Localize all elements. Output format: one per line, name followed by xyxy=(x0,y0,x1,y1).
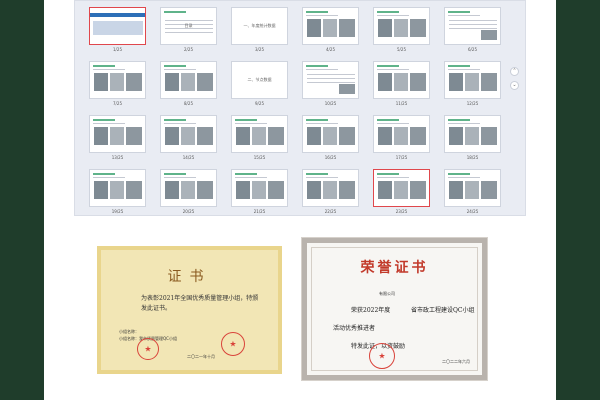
page-number-label: 13/25 xyxy=(111,155,124,160)
red-seal-icon xyxy=(369,343,395,369)
thumbnail-preview xyxy=(444,115,501,153)
red-seal-icon xyxy=(137,338,159,360)
thumbnail-preview xyxy=(89,115,146,153)
page-thumbnail[interactable]: 5/25 xyxy=(373,7,430,53)
document-thumbnail-viewer: 1/25 目录 2/25 一、年度统计数据 3/25 4/25 5/25 6/25 7/25 8/… xyxy=(74,0,526,216)
page-number-label: 12/25 xyxy=(466,101,479,106)
certificate-title: 证书 xyxy=(167,269,212,285)
page-thumbnail[interactable]: 23/25 xyxy=(373,169,430,215)
page-number-label: 2/25 xyxy=(184,47,193,52)
scroll-down-button[interactable]: ⌄ xyxy=(510,81,519,90)
page-thumbnail[interactable]: 16/25 xyxy=(302,115,359,161)
thumbnail-preview xyxy=(89,61,146,99)
page-thumbnail[interactable]: 10/25 xyxy=(302,61,359,107)
page-thumbnail[interactable]: 11/25 xyxy=(373,61,430,107)
page-thumbnail[interactable]: 8/25 xyxy=(160,61,217,107)
page-thumbnail[interactable]: 目录 2/25 xyxy=(160,7,217,53)
page-number-label: 20/25 xyxy=(182,209,195,214)
thumbnail-preview xyxy=(302,169,359,207)
certificate-date: 二〇二二年六月 xyxy=(442,359,470,364)
left-margin-bar xyxy=(0,0,44,400)
certificate-line: 荣获2022年度 xyxy=(351,307,391,314)
page-thumbnail[interactable]: 18/25 xyxy=(444,115,501,161)
page-number-label: 8/25 xyxy=(184,101,193,106)
thumbnail-caption: 一、年度统计数据 xyxy=(243,23,276,28)
page-number-label: 22/25 xyxy=(324,209,337,214)
page-number-label: 6/25 xyxy=(468,47,477,52)
page-thumbnail[interactable]: 12/25 xyxy=(444,61,501,107)
page-thumbnail[interactable]: 14/25 xyxy=(160,115,217,161)
thumbnail-preview xyxy=(373,61,430,99)
page-number-label: 4/25 xyxy=(326,47,335,52)
thumbnail-preview xyxy=(373,115,430,153)
scroll-up-button[interactable]: ⌃ xyxy=(510,67,519,76)
thumbnail-preview xyxy=(160,169,217,207)
page-thumbnail[interactable]: 24/25 xyxy=(444,169,501,215)
thumbnail-preview xyxy=(231,115,288,153)
thumbnail-preview: 目录 xyxy=(160,7,217,45)
certificate-honor-2022: 荣誉证书 有限公司 荣获2022年度 省市政工程建设QC小组 活动优秀推进者 特… xyxy=(301,237,488,381)
page-number-label: 10/25 xyxy=(324,101,337,106)
page-thumbnail[interactable]: 二、节点数据 9/25 xyxy=(231,61,288,107)
page-number-label: 16/25 xyxy=(324,155,337,160)
page-number-label: 5/25 xyxy=(397,47,406,52)
page-number-label: 23/25 xyxy=(395,209,408,214)
page-number-label: 21/25 xyxy=(253,209,266,214)
certificate-title: 荣誉证书 xyxy=(360,260,429,276)
page-thumbnail[interactable]: 4/25 xyxy=(302,7,359,53)
thumbnail-preview xyxy=(444,7,501,45)
thumbnail-preview: 一、年度统计数据 xyxy=(231,7,288,45)
page-number-label: 1/25 xyxy=(113,47,122,52)
page-number-label: 3/25 xyxy=(255,47,264,52)
page-number-label: 15/25 xyxy=(253,155,266,160)
page-number-label: 14/25 xyxy=(182,155,195,160)
red-seal-icon xyxy=(221,332,245,356)
page-thumbnail[interactable]: 22/25 xyxy=(302,169,359,215)
page-number-label: 24/25 xyxy=(466,209,479,214)
thumbnail-preview xyxy=(302,115,359,153)
page-thumbnail[interactable]: 一、年度统计数据 3/25 xyxy=(231,7,288,53)
thumbnail-preview xyxy=(444,169,501,207)
thumbnail-preview xyxy=(89,7,146,45)
page-number-label: 7/25 xyxy=(113,101,122,106)
page-thumbnail[interactable]: 7/25 xyxy=(89,61,146,107)
certificate-qc-2021: 证书 为表彰2021年全国优秀质量管理小组，特颁发此证书。 小组名称： 小组名称… xyxy=(97,246,282,374)
certificate-body: 为表彰2021年全国优秀质量管理小组，特颁发此证书。 xyxy=(141,295,259,312)
page-thumbnail[interactable]: 1/25 xyxy=(89,7,146,53)
page-thumbnail[interactable]: 20/25 xyxy=(160,169,217,215)
certificate-recipient: 有限公司 xyxy=(379,291,395,296)
thumbnail-preview xyxy=(373,7,430,45)
page-number-label: 19/25 xyxy=(111,209,124,214)
thumbnail-preview xyxy=(89,169,146,207)
thumbnail-preview xyxy=(231,169,288,207)
page-thumbnail[interactable]: 21/25 xyxy=(231,169,288,215)
thumbnail-preview xyxy=(444,61,501,99)
thumbnail-preview xyxy=(160,61,217,99)
page-thumbnail[interactable]: 6/25 xyxy=(444,7,501,53)
thumbnail-preview xyxy=(160,115,217,153)
certificate-date: 二〇二一年十月 xyxy=(187,354,215,359)
thumbnail-preview xyxy=(302,7,359,45)
thumbnail-caption: 二、节点数据 xyxy=(247,77,272,82)
page-thumbnail[interactable]: 15/25 xyxy=(231,115,288,161)
page-thumbnail[interactable]: 19/25 xyxy=(89,169,146,215)
page-thumbnail[interactable]: 17/25 xyxy=(373,115,430,161)
thumbnail-grid: 1/25 目录 2/25 一、年度统计数据 3/25 4/25 5/25 6/25 7/25 8/… xyxy=(89,7,501,215)
page-number-label: 18/25 xyxy=(466,155,479,160)
certificate-line: 省市政工程建设QC小组 xyxy=(411,307,475,314)
right-margin-bar xyxy=(556,0,600,400)
certificate-line: 活动优秀推进者 xyxy=(333,325,376,332)
thumbnail-preview xyxy=(302,61,359,99)
page-thumbnail[interactable]: 13/25 xyxy=(89,115,146,161)
thumbnail-preview: 二、节点数据 xyxy=(231,61,288,99)
certificate-group-line: 小组名称： xyxy=(119,329,139,334)
page-number-label: 11/25 xyxy=(395,101,408,106)
page-number-label: 9/25 xyxy=(255,101,264,106)
page-number-label: 17/25 xyxy=(395,155,408,160)
thumbnail-caption: 目录 xyxy=(184,23,193,28)
thumbnail-preview xyxy=(373,169,430,207)
